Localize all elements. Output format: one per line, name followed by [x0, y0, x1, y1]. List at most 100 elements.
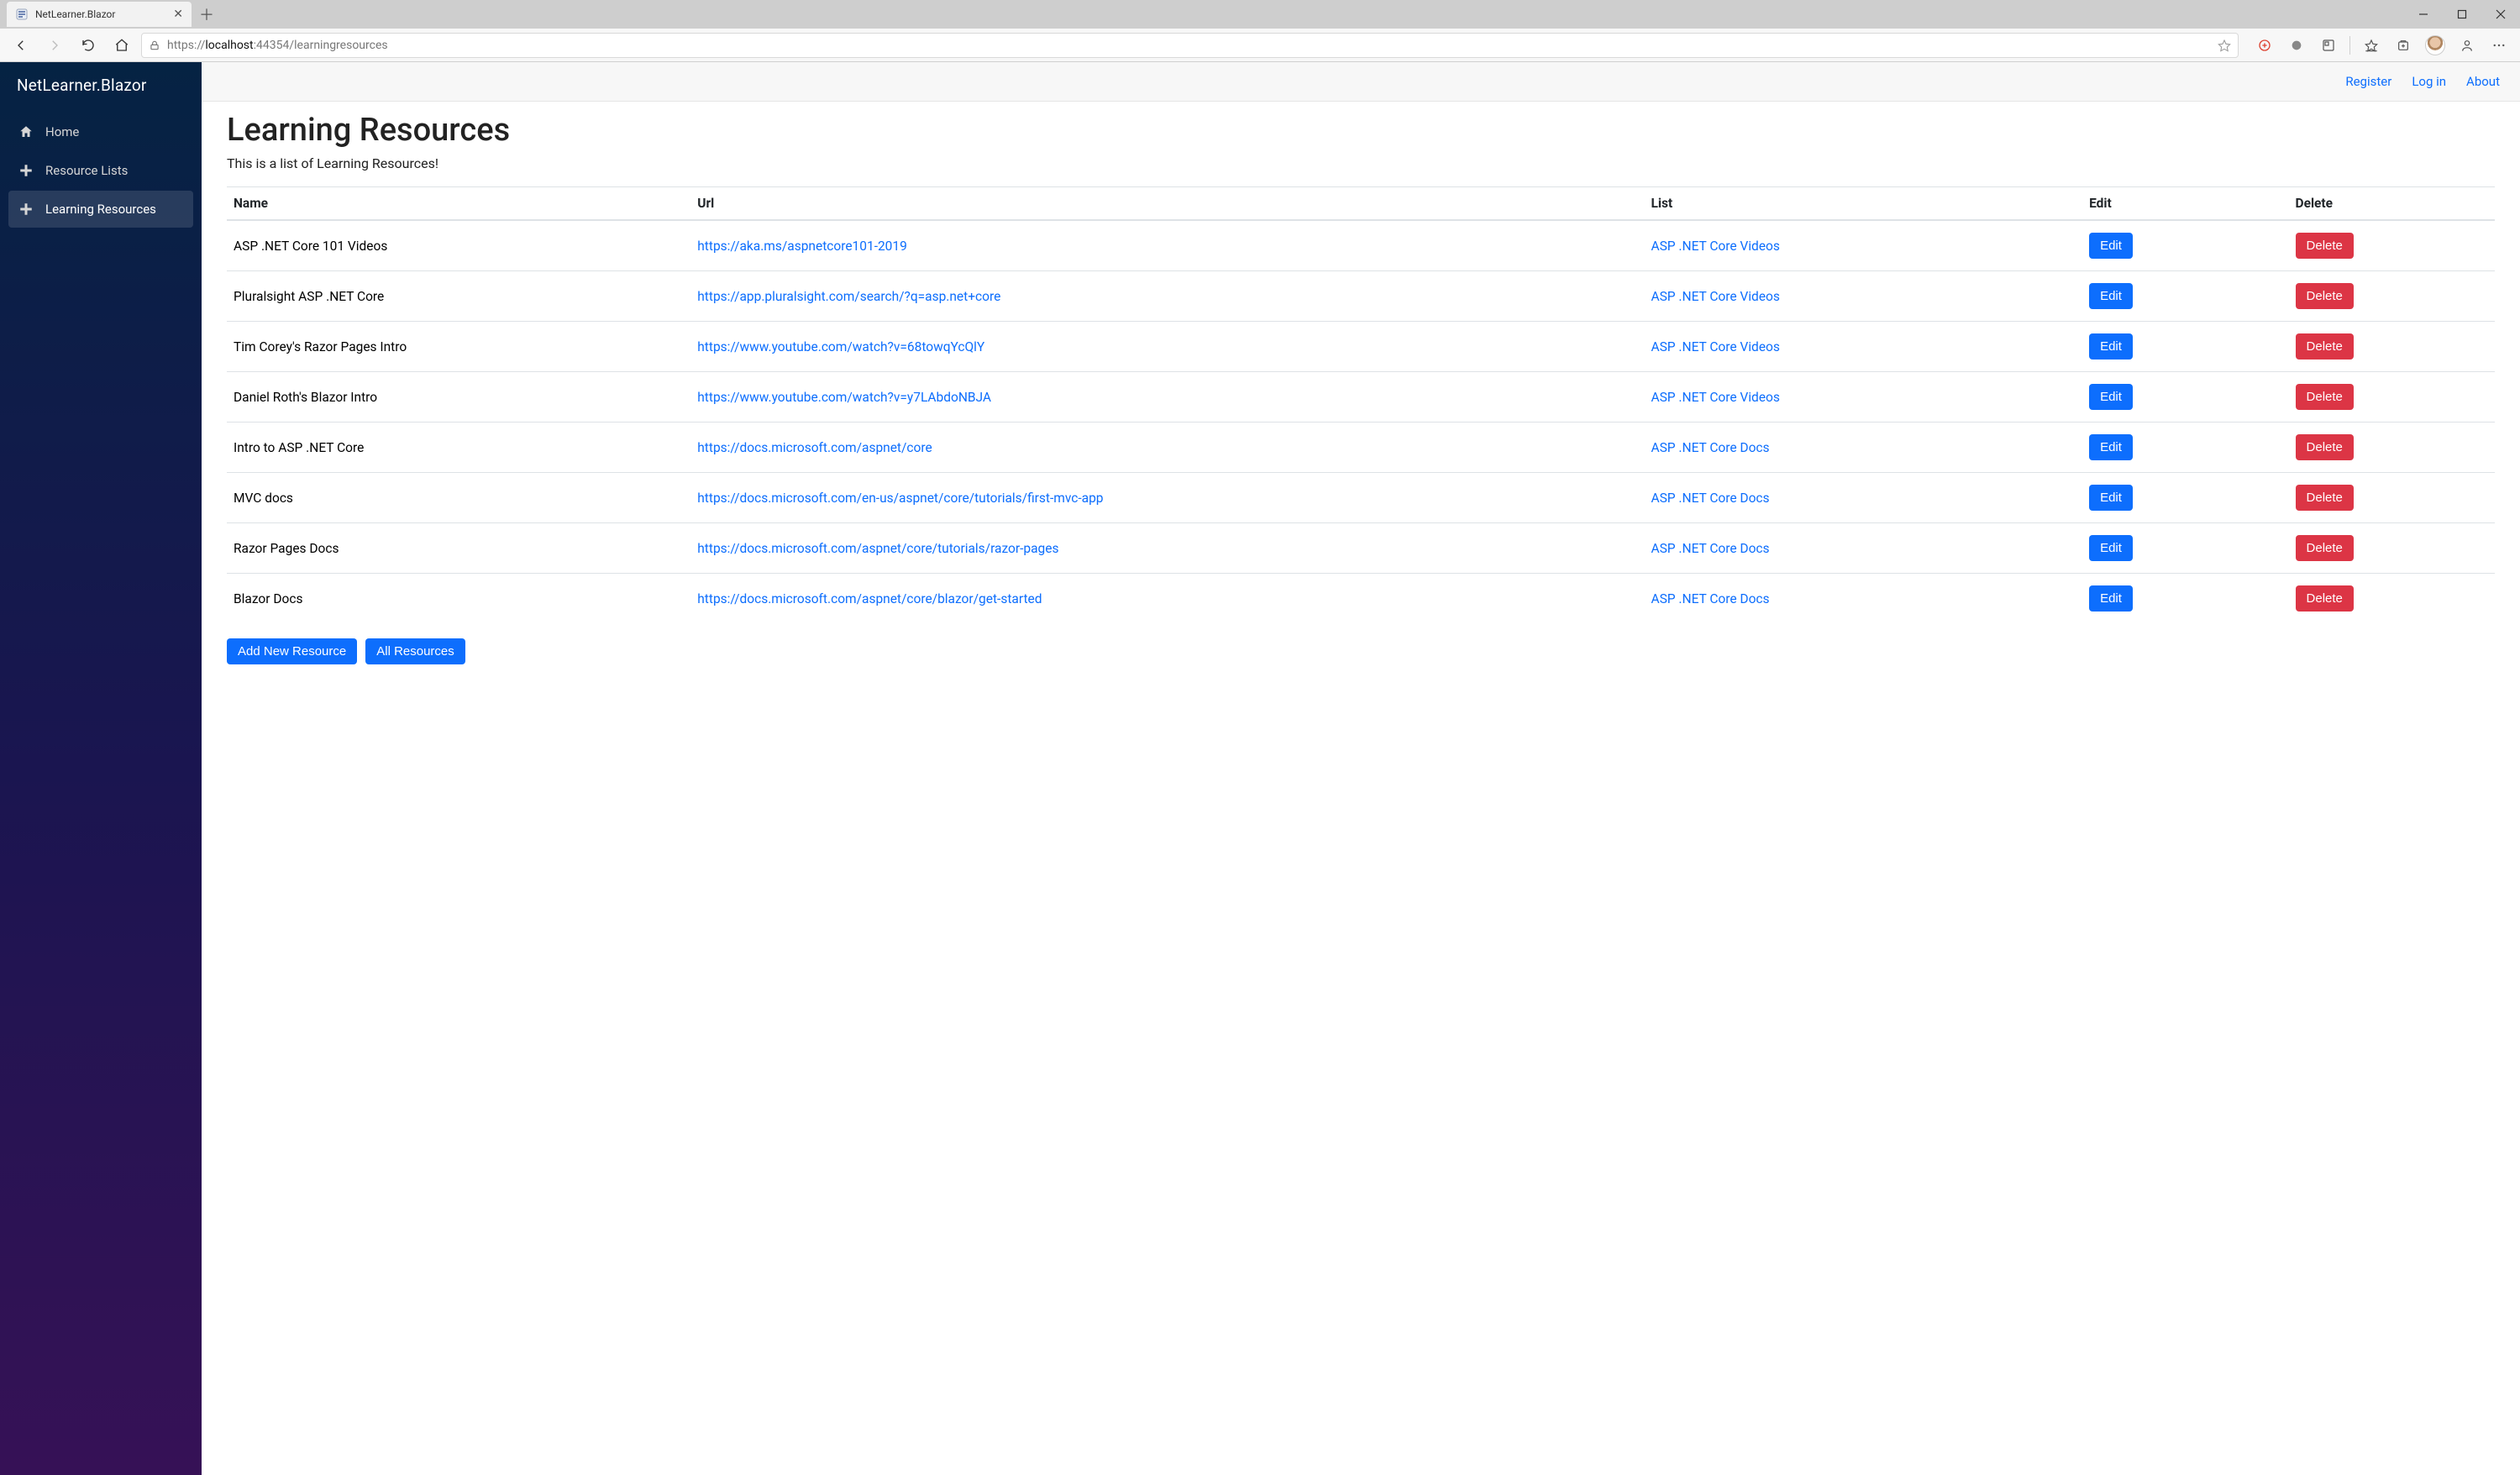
profile-avatar[interactable]	[2421, 32, 2449, 59]
nav-back-button[interactable]	[7, 32, 35, 59]
resource-list-link[interactable]: ASP .NET Core Docs	[1651, 491, 1769, 506]
edit-button[interactable]: Edit	[2089, 233, 2133, 259]
cell-delete: Delete	[2289, 473, 2495, 523]
browser-chrome: NetLearner.Blazor ✕ ＋ https://local	[0, 0, 2520, 62]
edit-button[interactable]: Edit	[2089, 585, 2133, 612]
edit-button[interactable]: Edit	[2089, 283, 2133, 309]
resource-list-link[interactable]: ASP .NET Core Videos	[1651, 289, 1779, 304]
cell-edit: Edit	[2082, 423, 2288, 473]
edit-button[interactable]: Edit	[2089, 535, 2133, 561]
browser-tab[interactable]: NetLearner.Blazor ✕	[7, 2, 192, 27]
edit-button[interactable]: Edit	[2089, 485, 2133, 511]
resource-list-link[interactable]: ASP .NET Core Docs	[1651, 591, 1769, 606]
cell-delete: Delete	[2289, 322, 2495, 372]
window-minimize-button[interactable]	[2404, 1, 2443, 28]
sidebar-item-learning-resources[interactable]: Learning Resources	[8, 191, 193, 228]
delete-button[interactable]: Delete	[2296, 283, 2354, 309]
delete-button[interactable]: Delete	[2296, 535, 2354, 561]
delete-button[interactable]: Delete	[2296, 485, 2354, 511]
lock-icon	[149, 39, 160, 51]
cell-delete: Delete	[2289, 574, 2495, 624]
sidebar-item-label: Learning Resources	[45, 202, 156, 217]
bottom-actions: Add New Resource All Resources	[227, 638, 2495, 664]
sidebar-item-home[interactable]: Home	[8, 113, 193, 150]
cell-list: ASP .NET Core Videos	[1644, 322, 2082, 372]
address-bar[interactable]: https://localhost:44354/learningresource…	[141, 33, 2239, 58]
extension-icon-3[interactable]	[2314, 32, 2343, 59]
resource-url-link[interactable]: https://www.youtube.com/watch?v=68towqYc…	[697, 339, 984, 354]
extension-icon-2[interactable]	[2282, 32, 2311, 59]
nav-home-button[interactable]	[108, 32, 136, 59]
extension-icon-1[interactable]	[2250, 32, 2279, 59]
table-row: Daniel Roth's Blazor Introhttps://www.yo…	[227, 372, 2495, 423]
col-url: Url	[690, 187, 1644, 221]
resource-url-link[interactable]: https://docs.microsoft.com/aspnet/core/t…	[697, 541, 1058, 556]
delete-button[interactable]: Delete	[2296, 384, 2354, 410]
delete-button[interactable]: Delete	[2296, 585, 2354, 612]
cell-list: ASP .NET Core Videos	[1644, 372, 2082, 423]
window-maximize-button[interactable]	[2443, 1, 2481, 28]
tab-close-icon[interactable]: ✕	[173, 8, 183, 21]
register-link[interactable]: Register	[2345, 74, 2391, 89]
cell-edit: Edit	[2082, 322, 2288, 372]
resource-list-link[interactable]: ASP .NET Core Videos	[1651, 390, 1779, 405]
cell-url: https://aka.ms/aspnetcore101-2019	[690, 220, 1644, 271]
cell-name: Tim Corey's Razor Pages Intro	[227, 322, 690, 372]
about-link[interactable]: About	[2466, 74, 2500, 89]
delete-button[interactable]: Delete	[2296, 434, 2354, 460]
cell-name: MVC docs	[227, 473, 690, 523]
collections-button[interactable]	[2389, 32, 2418, 59]
more-menu-button[interactable]	[2485, 32, 2513, 59]
sidebar-item-resource-lists[interactable]: Resource Lists	[8, 152, 193, 189]
app-root: NetLearner.Blazor HomeResource Lists Lear…	[0, 62, 2520, 1475]
edit-button[interactable]: Edit	[2089, 434, 2133, 460]
resource-url-link[interactable]: https://app.pluralsight.com/search/?q=as…	[697, 289, 1000, 304]
cell-url: https://docs.microsoft.com/aspnet/core	[690, 423, 1644, 473]
col-list: List	[1644, 187, 2082, 221]
cell-name: Pluralsight ASP .NET Core	[227, 271, 690, 322]
new-tab-button[interactable]: ＋	[195, 3, 218, 26]
home-icon	[18, 124, 34, 139]
cell-url: https://docs.microsoft.com/en-us/aspnet/…	[690, 473, 1644, 523]
cell-list: ASP .NET Core Videos	[1644, 220, 2082, 271]
resource-url-link[interactable]: https://docs.microsoft.com/aspnet/core	[697, 440, 932, 455]
delete-button[interactable]: Delete	[2296, 333, 2354, 360]
brand-title[interactable]: NetLearner.Blazor	[0, 62, 202, 110]
resources-table: Name Url List Edit Delete ASP .NET Core …	[227, 186, 2495, 623]
edit-button[interactable]: Edit	[2089, 384, 2133, 410]
table-row: ASP .NET Core 101 Videoshttps://aka.ms/a…	[227, 220, 2495, 271]
cell-url: https://www.youtube.com/watch?v=68towqYc…	[690, 322, 1644, 372]
col-delete: Delete	[2289, 187, 2495, 221]
favorites-button[interactable]	[2357, 32, 2386, 59]
login-link[interactable]: Log in	[2412, 74, 2446, 89]
favorite-star-icon[interactable]	[2218, 39, 2231, 52]
table-row: Pluralsight ASP .NET Core https://app.plu…	[227, 271, 2495, 322]
page-title: Learning Resources	[227, 112, 2495, 149]
all-resources-button[interactable]: All Resources	[365, 638, 465, 664]
cell-list: ASP .NET Core Docs	[1644, 523, 2082, 574]
address-url: https://localhost:44354/learningresource…	[167, 39, 2211, 52]
resource-list-link[interactable]: ASP .NET Core Videos	[1651, 239, 1779, 254]
cell-url: https://www.youtube.com/watch?v=y7LAbdoN…	[690, 372, 1644, 423]
nav-refresh-button[interactable]	[74, 32, 102, 59]
add-new-resource-button[interactable]: Add New Resource	[227, 638, 357, 664]
cell-list: ASP .NET Core Videos	[1644, 271, 2082, 322]
cell-delete: Delete	[2289, 372, 2495, 423]
resource-url-link[interactable]: https://www.youtube.com/watch?v=y7LAbdoN…	[697, 390, 991, 405]
extension-icon-4[interactable]	[2453, 32, 2481, 59]
resource-list-link[interactable]: ASP .NET Core Docs	[1651, 440, 1769, 455]
resource-url-link[interactable]: https://docs.microsoft.com/aspnet/core/b…	[697, 591, 1042, 606]
window-controls	[2404, 1, 2520, 28]
resource-list-link[interactable]: ASP .NET Core Docs	[1651, 541, 1769, 556]
resource-url-link[interactable]: https://docs.microsoft.com/en-us/aspnet/…	[697, 491, 1103, 506]
content-wrap: Register Log in About Learning Resources…	[202, 62, 2520, 1475]
resource-url-link[interactable]: https://aka.ms/aspnetcore101-2019	[697, 239, 907, 254]
nav-forward-button[interactable]	[40, 32, 69, 59]
delete-button[interactable]: Delete	[2296, 233, 2354, 259]
edit-button[interactable]: Edit	[2089, 333, 2133, 360]
col-name: Name	[227, 187, 690, 221]
resource-list-link[interactable]: ASP .NET Core Videos	[1651, 339, 1779, 354]
cell-edit: Edit	[2082, 523, 2288, 574]
window-close-button[interactable]	[2481, 1, 2520, 28]
cell-name: Razor Pages Docs	[227, 523, 690, 574]
